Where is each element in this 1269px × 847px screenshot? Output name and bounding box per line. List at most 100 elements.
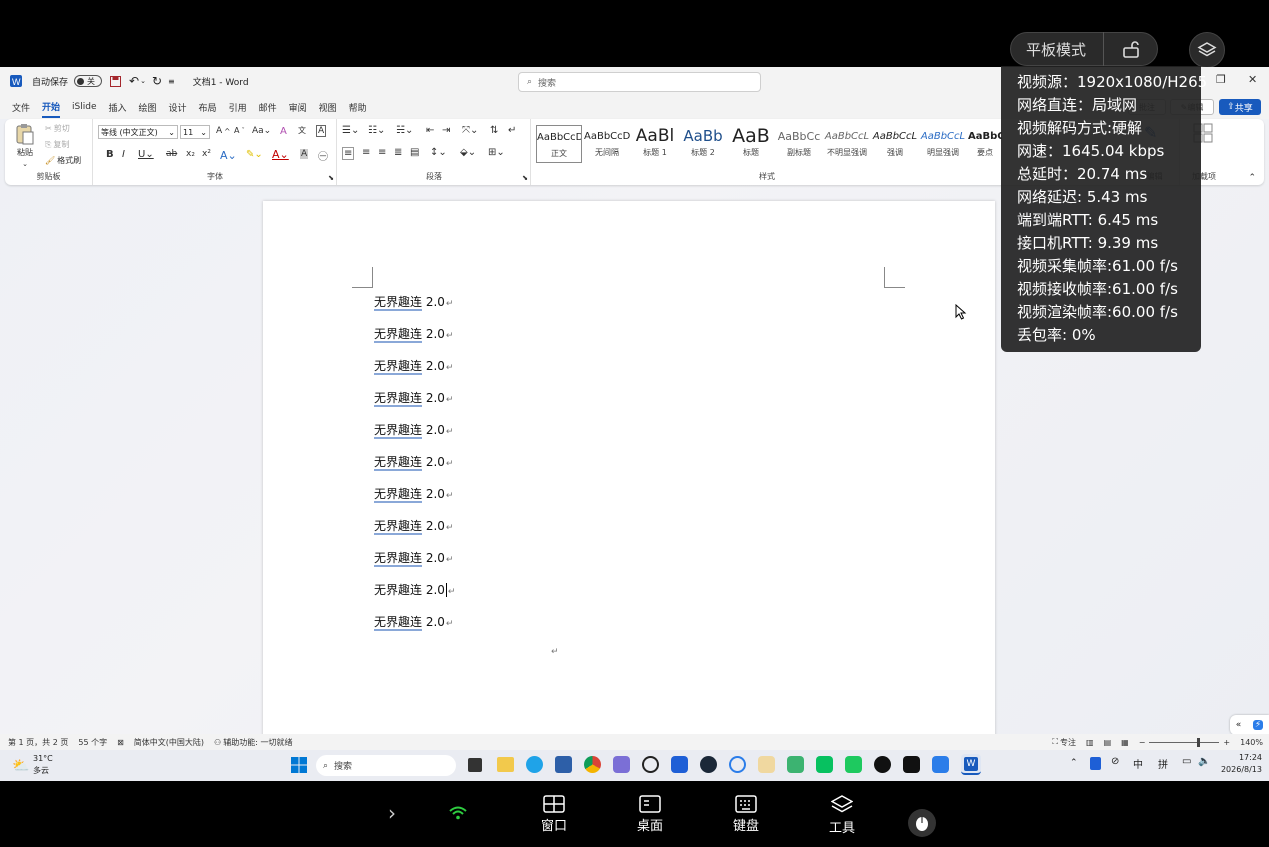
character-border-icon[interactable]: A bbox=[316, 125, 327, 137]
clock-time[interactable]: 17:24 bbox=[1230, 753, 1262, 762]
save-icon[interactable] bbox=[110, 75, 122, 87]
clear-formatting-icon[interactable]: A bbox=[280, 126, 287, 137]
zoom-out-icon[interactable]: − bbox=[1139, 738, 1146, 747]
tab-insert[interactable]: 插入 bbox=[109, 98, 127, 117]
word-count[interactable]: 55 个字 bbox=[78, 737, 107, 748]
document-line[interactable]: 无界趣连 2.0↵ bbox=[374, 581, 455, 598]
copilot-icon[interactable]: ⚡ bbox=[1252, 720, 1264, 730]
style-strong[interactable]: AaBbCc 要点 bbox=[968, 125, 1002, 163]
collapse-ribbon-icon[interactable]: ⌃ bbox=[1248, 173, 1256, 183]
multilevel-list-icon[interactable]: ☵⌄ bbox=[396, 125, 413, 136]
strikethrough-icon[interactable]: ab bbox=[166, 149, 177, 159]
accessibility-status[interactable]: 辅助功能: 一切就绪 bbox=[223, 737, 292, 748]
document-line[interactable]: 无界趣连 2.0↵ bbox=[374, 389, 453, 407]
ime-mode[interactable]: 中 bbox=[1133, 756, 1143, 771]
font-name-select[interactable]: 等线 (中文正文) ⌄ bbox=[98, 125, 178, 139]
format-painter-button[interactable]: 🖌 格式刷 bbox=[45, 155, 81, 166]
tab-islide[interactable]: iSlide bbox=[72, 99, 96, 115]
page-count[interactable]: 第 1 页，共 2 页 bbox=[8, 737, 68, 748]
messages-icon[interactable] bbox=[787, 756, 804, 773]
justify-icon[interactable]: ≣ bbox=[394, 147, 402, 158]
autosave-toggle[interactable]: 关 bbox=[74, 75, 103, 87]
keyboard-button[interactable]: 键盘 bbox=[716, 795, 776, 834]
paste-button[interactable]: 粘贴 ⌄ bbox=[15, 123, 35, 168]
tab-file[interactable]: 文件 bbox=[12, 98, 30, 117]
zoom-slider[interactable] bbox=[1149, 737, 1220, 747]
steam-icon[interactable] bbox=[700, 756, 717, 773]
edge-icon[interactable] bbox=[526, 756, 543, 773]
grow-font-icon[interactable]: A ^ bbox=[216, 126, 230, 136]
document-line[interactable]: 无界趣连 2.0↵ bbox=[374, 453, 453, 471]
document-line[interactable]: 无界趣连 2.0↵ bbox=[374, 549, 453, 567]
sort-icon[interactable]: ⇅ bbox=[490, 125, 498, 136]
task-view-icon[interactable] bbox=[468, 758, 482, 772]
document-line[interactable]: 无界趣连 2.0↵ bbox=[374, 325, 453, 343]
read-mode-icon[interactable]: ▥ bbox=[1086, 738, 1094, 747]
tab-references[interactable]: 引用 bbox=[229, 98, 247, 117]
tray-app-icon[interactable] bbox=[1090, 757, 1101, 770]
clock-date[interactable]: 2026/8/13 bbox=[1214, 765, 1262, 774]
taskbar-search[interactable]: ⌕ 搜索 bbox=[316, 755, 456, 776]
redo-icon[interactable]: ↻ bbox=[152, 74, 162, 88]
ime-name[interactable]: 拼 bbox=[1158, 756, 1168, 771]
borders-icon[interactable]: ⊞⌄ bbox=[488, 147, 505, 158]
distributed-icon[interactable]: ▤ bbox=[410, 147, 419, 158]
weather-icon[interactable]: ⛅ bbox=[12, 758, 29, 774]
copy-button[interactable]: ⎘ 复制 bbox=[45, 139, 69, 150]
unlock-icon[interactable] bbox=[1104, 40, 1157, 58]
undo-icon[interactable]: ↶ bbox=[129, 74, 139, 88]
tablet-mode-toggle[interactable]: 平板模式 bbox=[1010, 32, 1158, 66]
document-page[interactable]: 无界趣连 2.0↵ 无界趣连 2.0↵ 无界趣连 2.0↵ 无界趣连 2.0↵ … bbox=[263, 201, 995, 781]
tab-design[interactable]: 设计 bbox=[169, 98, 187, 117]
chatgpt-icon[interactable] bbox=[642, 756, 659, 773]
undo-dropdown-icon[interactable]: ⌄ bbox=[140, 77, 146, 85]
tools-button[interactable]: 工具 bbox=[812, 795, 872, 836]
underline-icon[interactable]: U⌄ bbox=[138, 149, 154, 160]
chat-app-icon[interactable] bbox=[845, 756, 862, 773]
bold-icon[interactable]: B bbox=[106, 149, 114, 160]
document-line[interactable]: 无界趣连 2.0↵ bbox=[374, 485, 453, 503]
remote-app-icon[interactable] bbox=[671, 756, 688, 773]
paragraph-dialog-launcher-icon[interactable]: ⬊ bbox=[522, 174, 528, 182]
font-dialog-launcher-icon[interactable]: ⬊ bbox=[328, 174, 334, 182]
tray-expand-icon[interactable]: ⌃ bbox=[1070, 758, 1078, 768]
zoom-in-icon[interactable]: + bbox=[1223, 738, 1230, 747]
decrease-indent-icon[interactable]: ⇤ bbox=[426, 125, 434, 136]
bullets-icon[interactable]: ☰⌄ bbox=[342, 125, 359, 136]
word-search-input[interactable]: ⌕ 搜索 bbox=[518, 72, 761, 92]
document-line[interactable]: 无界趣连 2.0↵ bbox=[374, 517, 453, 535]
tab-view[interactable]: 视图 bbox=[319, 98, 337, 117]
tab-layout[interactable]: 布局 bbox=[199, 98, 217, 117]
volume-icon[interactable]: 🔈 bbox=[1198, 756, 1210, 767]
dark-app-icon[interactable] bbox=[874, 756, 891, 773]
desktop-button[interactable]: 桌面 bbox=[620, 795, 680, 834]
chrome-icon[interactable] bbox=[584, 756, 601, 773]
weather-desc[interactable]: 多云 bbox=[33, 765, 49, 776]
weather-temp[interactable]: 31°C bbox=[33, 754, 53, 763]
document-line[interactable]: 无界趣连 2.0↵ bbox=[374, 357, 453, 375]
superscript-icon[interactable]: x² bbox=[202, 149, 211, 159]
align-center-icon[interactable]: ≡ bbox=[362, 147, 370, 158]
language-status[interactable]: 简体中文(中国大陆) bbox=[134, 737, 204, 748]
wechat-icon[interactable] bbox=[816, 756, 833, 773]
style-intense-emphasis[interactable]: AaBbCcL 明显强调 bbox=[920, 125, 966, 163]
style-subtitle[interactable]: AaBbCc 副标题 bbox=[776, 125, 822, 163]
highlight-icon[interactable]: ✎⌄ bbox=[246, 149, 263, 160]
shading-icon[interactable]: ⬙⌄ bbox=[460, 147, 476, 158]
tab-mailings[interactable]: 邮件 bbox=[259, 98, 277, 117]
font-color-icon[interactable]: A⌄ bbox=[272, 148, 289, 161]
style-subtle-emphasis[interactable]: AaBbCcL 不明显强调 bbox=[824, 125, 870, 163]
file-explorer-icon[interactable] bbox=[497, 757, 514, 772]
network-icon[interactable]: ⊘ bbox=[1111, 756, 1119, 767]
tab-review[interactable]: 审阅 bbox=[289, 98, 307, 117]
increase-indent-icon[interactable]: ⇥ bbox=[442, 125, 450, 136]
phonetic-guide-icon[interactable]: 文 bbox=[298, 125, 306, 136]
window-button[interactable]: 窗口 bbox=[524, 795, 584, 834]
zoom-thumb[interactable] bbox=[1197, 737, 1201, 747]
focus-icon[interactable]: ⛶ bbox=[1052, 737, 1058, 747]
align-right-icon[interactable]: ≡ bbox=[378, 147, 386, 158]
enclose-character-icon[interactable]: ㊀ bbox=[318, 148, 328, 163]
zoom-level[interactable]: 140% bbox=[1240, 738, 1263, 747]
style-heading-1[interactable]: AaBl 标题 1 bbox=[632, 125, 678, 163]
tab-help[interactable]: 帮助 bbox=[349, 98, 367, 117]
